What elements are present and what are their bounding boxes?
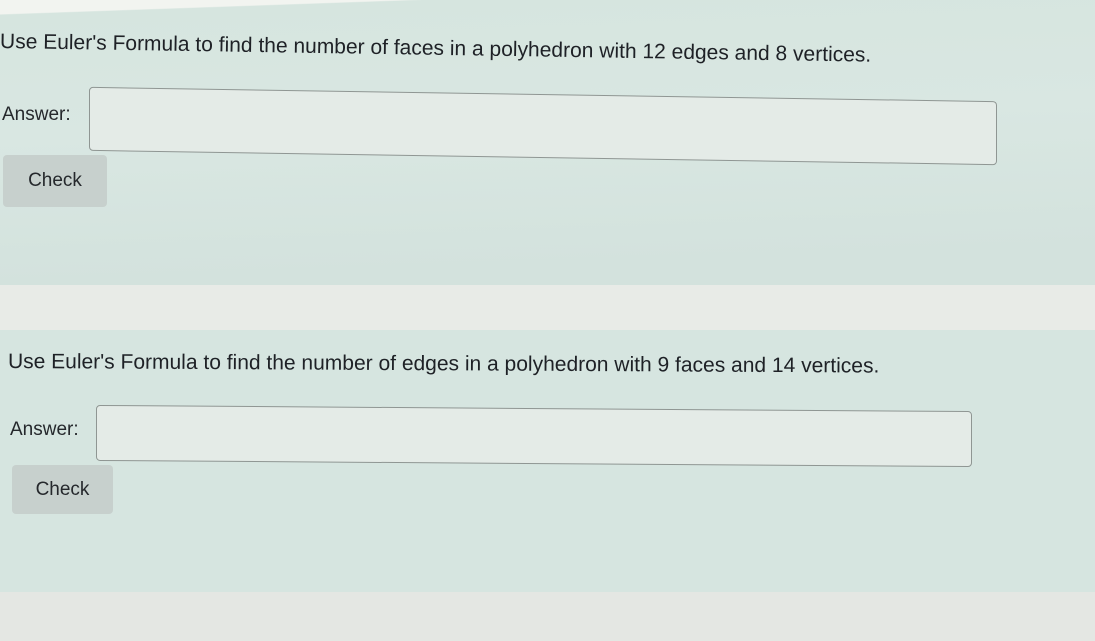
answer-input-2[interactable] [96,404,972,468]
answer-label-1: Answer: [2,104,71,125]
quiz-page: Use Euler's Formula to find the number o… [0,0,1095,641]
check-button-1[interactable]: Check [3,155,107,207]
card-separator [0,592,1095,641]
question-prompt-2: Use Euler's Formula to find the number o… [7,350,880,378]
card-separator [0,285,1095,330]
check-button-2[interactable]: Check [12,465,113,514]
answer-label-2: Answer: [10,419,79,440]
